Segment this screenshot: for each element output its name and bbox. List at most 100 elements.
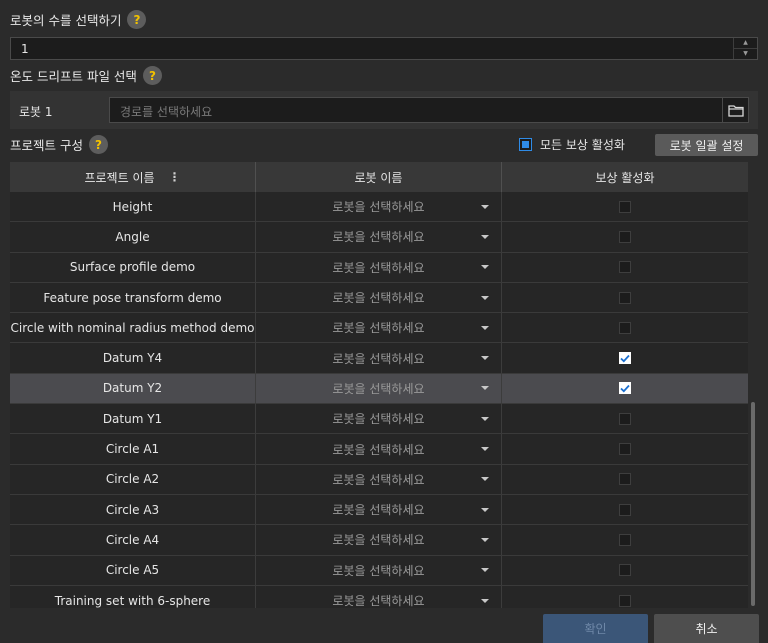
table-row[interactable]: Feature pose transform demo 로봇을 선택하세요 bbox=[10, 282, 748, 314]
checkbox-unchecked[interactable] bbox=[619, 261, 631, 274]
table-row[interactable]: Datum Y1 로봇을 선택하세요 bbox=[10, 404, 748, 435]
enable-all-label: 모든 보상 활성화 bbox=[540, 138, 625, 152]
project-name-cell: Circle A2 bbox=[10, 464, 256, 494]
scrollbar-thumb[interactable] bbox=[751, 402, 755, 606]
table-row[interactable]: Circle A2 로봇을 선택하세요 bbox=[10, 464, 748, 495]
more-options-icon[interactable]: ⋮ bbox=[169, 170, 181, 184]
checkbox-partial-icon[interactable] bbox=[519, 138, 532, 151]
batch-robot-button[interactable]: 로봇 일괄 설정 bbox=[655, 134, 758, 156]
dropdown-arrow-icon[interactable] bbox=[481, 295, 489, 300]
path-input[interactable]: 경로를 선택하세요 bbox=[109, 97, 749, 123]
dropdown-arrow-icon[interactable] bbox=[481, 234, 489, 239]
robot-select-dropdown[interactable]: 로봇을 선택하세요 bbox=[256, 494, 502, 525]
header-project-name[interactable]: 프로젝트 이름 ⋮ bbox=[10, 162, 256, 192]
robot-select-placeholder: 로봇을 선택하세요 bbox=[332, 412, 425, 427]
checkbox-checked[interactable] bbox=[619, 382, 631, 395]
table-row[interactable]: Circle with nominal radius method demo 로봇… bbox=[10, 313, 748, 344]
robot-select-dropdown[interactable]: 로봇을 선택하세요 bbox=[256, 525, 502, 555]
robot-select-dropdown[interactable]: 로봇을 선택하세요 bbox=[256, 343, 502, 373]
table-row[interactable]: Training set with 6-sphere 로봇을 선택하세요 bbox=[10, 585, 748, 608]
robot-select-dropdown[interactable]: 로봇을 선택하세요 bbox=[256, 282, 502, 313]
decrement-icon[interactable]: ▼ bbox=[734, 49, 757, 59]
robot-select-dropdown[interactable]: 로봇을 선택하세요 bbox=[256, 252, 502, 282]
ok-button[interactable]: 확인 bbox=[543, 614, 648, 643]
path-placeholder: 경로를 선택하세요 bbox=[120, 105, 213, 119]
dropdown-arrow-icon[interactable] bbox=[481, 204, 489, 209]
checkbox-unchecked[interactable] bbox=[619, 443, 631, 456]
table-row[interactable]: Angle 로봇을 선택하세요 bbox=[10, 222, 748, 253]
robot-select-placeholder: 로봇을 선택하세요 bbox=[332, 291, 425, 306]
table-row[interactable]: Height 로봇을 선택하세요 bbox=[10, 192, 748, 223]
table-row[interactable]: Circle A5 로봇을 선택하세요 bbox=[10, 555, 748, 586]
table-row[interactable]: Surface profile demo 로봇을 선택하세요 bbox=[10, 252, 748, 283]
table-row[interactable]: Circle A1 로봇을 선택하세요 bbox=[10, 434, 748, 465]
header-label: 로봇 이름 bbox=[354, 170, 403, 185]
table-body: Height 로봇을 선택하세요 Angle 로봇을 선택하세요 Surface pro… bbox=[10, 192, 748, 608]
robot-select-placeholder: 로봇을 선택하세요 bbox=[332, 381, 425, 396]
help-icon[interactable]: ? bbox=[127, 10, 147, 29]
temp-drift-label: 온도 드리프트 파일 선택 bbox=[10, 69, 137, 84]
dropdown-arrow-icon[interactable] bbox=[481, 537, 489, 542]
project-name-cell: Datum Y4 bbox=[10, 343, 256, 373]
project-name-cell: Circle A3 bbox=[10, 494, 256, 525]
increment-icon[interactable]: ▲ bbox=[734, 38, 757, 49]
project-name-cell: Feature pose transform demo bbox=[10, 282, 256, 313]
checkmark-icon bbox=[620, 384, 630, 393]
header-label: 프로젝트 이름 bbox=[84, 170, 155, 185]
table-row[interactable]: Circle A4 로봇을 선택하세요 bbox=[10, 525, 748, 556]
compensation-cell bbox=[502, 283, 748, 312]
dropdown-arrow-icon[interactable] bbox=[481, 477, 489, 482]
checkbox-unchecked[interactable] bbox=[619, 321, 631, 334]
robot-select-dropdown[interactable]: 로봇을 선택하세요 bbox=[256, 434, 502, 464]
compensation-cell bbox=[502, 495, 748, 524]
project-config-label: 프로젝트 구성 bbox=[10, 138, 83, 153]
robot-select-dropdown[interactable]: 로봇을 선택하세요 bbox=[256, 313, 502, 343]
robot-select-dropdown[interactable]: 로봇을 선택하세요 bbox=[256, 555, 502, 585]
robot-count-spinbox[interactable]: 1 ▲ ▼ bbox=[10, 37, 758, 60]
robot-select-placeholder: 로봇을 선택하세요 bbox=[332, 200, 425, 215]
vertical-scrollbar[interactable] bbox=[748, 192, 758, 608]
robot-select-dropdown[interactable]: 로봇을 선택하세요 bbox=[256, 404, 502, 434]
table-row[interactable]: Datum Y2 로봇을 선택하세요 bbox=[10, 373, 748, 405]
header-enable-compensation[interactable]: 보상 활성화 bbox=[502, 162, 748, 192]
enable-all-checkbox[interactable]: 모든 보상 활성화 bbox=[519, 136, 625, 153]
header-robot-name[interactable]: 로봇 이름 bbox=[256, 162, 502, 192]
checkbox-unchecked[interactable] bbox=[619, 412, 631, 425]
checkbox-unchecked[interactable] bbox=[619, 564, 631, 577]
checkbox-unchecked[interactable] bbox=[619, 291, 631, 304]
robot-select-placeholder: 로봇을 선택하세요 bbox=[332, 321, 425, 336]
checkbox-unchecked[interactable] bbox=[619, 503, 631, 516]
dropdown-arrow-icon[interactable] bbox=[481, 447, 489, 452]
dropdown-arrow-icon[interactable] bbox=[481, 416, 489, 421]
robot-select-dropdown[interactable]: 로봇을 선택하세요 bbox=[256, 585, 502, 608]
help-icon[interactable]: ? bbox=[142, 66, 162, 85]
folder-icon[interactable] bbox=[722, 98, 748, 122]
robot-select-dropdown[interactable]: 로봇을 선택하세요 bbox=[256, 373, 502, 404]
checkbox-unchecked[interactable] bbox=[619, 473, 631, 486]
dropdown-arrow-icon[interactable] bbox=[481, 598, 489, 603]
checkbox-unchecked[interactable] bbox=[619, 200, 631, 213]
project-name-cell: Angle bbox=[10, 222, 256, 252]
dropdown-arrow-icon[interactable] bbox=[481, 386, 489, 391]
project-name-cell: Datum Y2 bbox=[10, 373, 256, 404]
robot-select-dropdown[interactable]: 로봇을 선택하세요 bbox=[256, 192, 502, 222]
checkbox-checked[interactable] bbox=[619, 352, 631, 365]
dropdown-arrow-icon[interactable] bbox=[481, 265, 489, 270]
robot-select-dropdown[interactable]: 로봇을 선택하세요 bbox=[256, 222, 502, 252]
robot-count-value[interactable]: 1 bbox=[21, 42, 29, 56]
dropdown-arrow-icon[interactable] bbox=[481, 507, 489, 512]
help-icon[interactable]: ? bbox=[88, 135, 108, 154]
dropdown-arrow-icon[interactable] bbox=[481, 568, 489, 573]
checkbox-unchecked[interactable] bbox=[619, 533, 631, 546]
table-row[interactable]: Circle A3 로봇을 선택하세요 bbox=[10, 494, 748, 526]
checkbox-unchecked[interactable] bbox=[619, 230, 631, 243]
robot-select-dropdown[interactable]: 로봇을 선택하세요 bbox=[256, 464, 502, 494]
dropdown-arrow-icon[interactable] bbox=[481, 356, 489, 361]
checkbox-unchecked[interactable] bbox=[619, 594, 631, 607]
compensation-cell bbox=[502, 525, 748, 554]
cancel-button[interactable]: 취소 bbox=[654, 614, 759, 643]
spinbox-arrows: ▲ ▼ bbox=[733, 38, 757, 59]
table-row[interactable]: Datum Y4 로봇을 선택하세요 bbox=[10, 343, 748, 374]
compensation-cell bbox=[502, 192, 748, 221]
dropdown-arrow-icon[interactable] bbox=[481, 325, 489, 330]
